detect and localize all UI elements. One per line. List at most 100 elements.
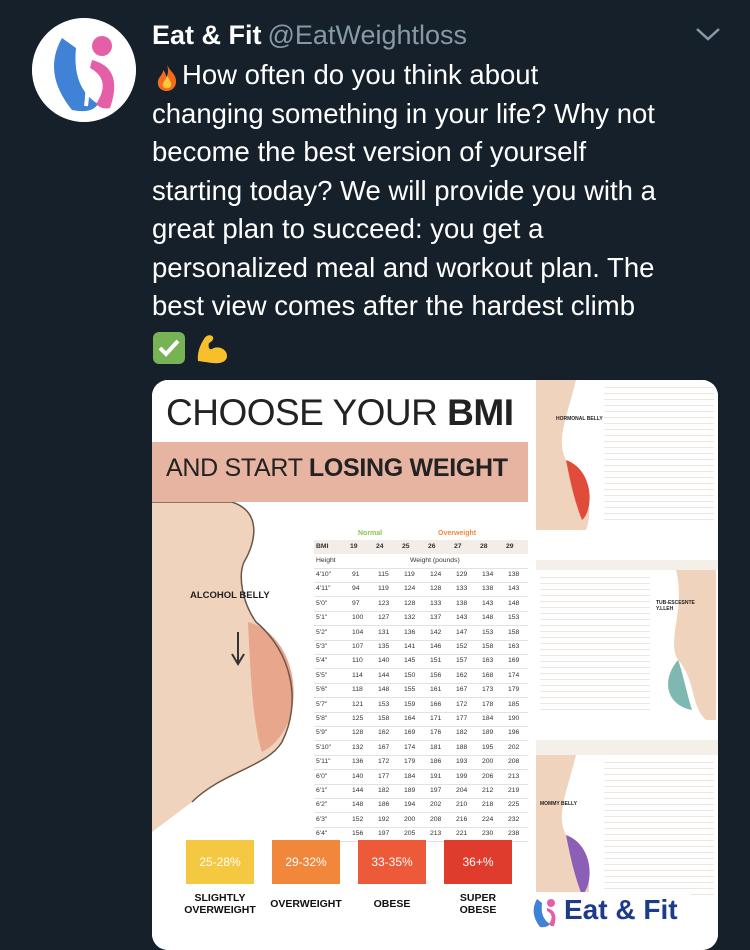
bmi-table-cell: 225 (508, 801, 520, 809)
eat-fit-logo-small-icon (527, 894, 563, 930)
bmi-header-cell: 29 (506, 543, 514, 550)
bmi-table-cell: 4'11" (316, 585, 331, 593)
bmi-table-cell: 145 (404, 657, 416, 665)
chevron-down-icon[interactable] (694, 22, 722, 46)
body-silhouette-illustration (152, 502, 294, 832)
author-avatar[interactable] (32, 18, 136, 122)
bmi-table-cell: 232 (508, 815, 520, 823)
bmi-table-row: 5'4" 110 140 145 151 157 163 169 (314, 654, 528, 670)
bmi-table-cell: 163 (482, 657, 494, 665)
bmi-table-cell: 5'7" (316, 700, 328, 708)
bmi-range-badge: 33-35% (358, 840, 426, 884)
bmi-table-cell: 177 (456, 715, 468, 722)
bmi-table-cell: 189 (404, 787, 416, 794)
bmi-range-badge: 25-28% (186, 840, 254, 884)
bmi-table-cell: 158 (482, 643, 494, 650)
bmi-table-cell: 213 (430, 830, 442, 838)
author-handle[interactable]: @EatWeightloss (268, 20, 468, 50)
check-mark-emoji-icon (153, 332, 185, 365)
bmi-table-cell: 136 (352, 758, 364, 766)
bmi-table-cell: 162 (378, 729, 390, 737)
weight-label: Weight (pounds) (410, 557, 460, 564)
bmi-table-cell: 191 (430, 772, 442, 780)
bmi-header-cell: 25 (402, 543, 410, 550)
bmi-table-cell: 172 (378, 758, 390, 766)
normal-label: Normal (358, 530, 383, 537)
tweet-text: How often do you think about changing so… (152, 56, 732, 366)
bmi-table-cell: 157 (456, 657, 468, 665)
bmi-table-cell: 151 (430, 657, 442, 665)
tweet-line-4: starting today? We will provide you with… (152, 174, 656, 206)
bmi-table-cell: 132 (404, 614, 416, 622)
bmi-category-label-line1: SLIGHTLY (194, 892, 246, 904)
bmi-table-cell: 192 (378, 815, 390, 823)
bmi-range-badge: 29-32% (272, 840, 340, 884)
bmi-table-cell: 161 (430, 686, 442, 694)
bmi-category-label: SLIGHTLY OVERWEIGHT (178, 892, 262, 916)
bmi-table-cell: 174 (404, 743, 416, 751)
bmi-table-cell: 5'1" (316, 614, 328, 622)
bmi-table-cell: 141 (404, 643, 416, 650)
bmi-table-cell: 167 (378, 743, 390, 751)
bmi-table-cell: 168 (482, 671, 494, 679)
bmi-table-cell: 119 (378, 585, 389, 593)
bmi-table-cell: 190 (508, 715, 520, 722)
bmi-table-row: 5'1" 100 127 132 137 143 148 153 (314, 611, 528, 627)
bmi-table-cell: 202 (508, 743, 520, 751)
bmi-table-cell: 182 (456, 729, 468, 737)
bmi-table-cell: 169 (508, 657, 520, 665)
bmi-table-cell: 152 (352, 815, 364, 823)
bmi-table-cell: 200 (482, 758, 494, 766)
bmi-table-cell: 218 (482, 801, 494, 809)
eat-fit-watermark-text: Eat & Fit (564, 894, 678, 925)
bmi-category-label-line2: OBESE (459, 904, 497, 916)
bmi-header-label: BMI (316, 543, 329, 550)
bmi-table-cell: 5'5" (316, 671, 328, 679)
bmi-table-cell: 121 (352, 700, 364, 708)
bmi-table-cell: 189 (482, 729, 494, 737)
subcutaneous-belly-illustration (668, 570, 716, 720)
bmi-header-cell: 27 (454, 543, 462, 550)
bmi-category-label: OVERWEIGHT (264, 898, 348, 910)
bmi-table-cell: 213 (508, 772, 520, 780)
bmi-table-cell: 143 (482, 599, 494, 607)
bmi-table-cell: 125 (352, 715, 364, 722)
tweet-media-image[interactable]: CHOOSE YOUR BMI AND START LOSING WEIGHT … (152, 380, 718, 950)
bmi-table-cell: 143 (508, 585, 520, 593)
author-name[interactable]: Eat & Fit (152, 20, 262, 50)
bmi-table-cell: 140 (378, 657, 390, 665)
bmi-category-label-line1: SUPER (459, 892, 497, 904)
bmi-table-cell: 4'10" (316, 571, 332, 578)
bmi-table-cell: 159 (404, 700, 416, 708)
mini-bmi-table-3 (604, 757, 714, 897)
thumbnail-subcutaneous-belly: TUB-ESCESNTE Y.LLEH (536, 570, 718, 740)
bmi-table-cell: 216 (456, 815, 468, 823)
bmi-header-cell: 28 (480, 543, 488, 550)
bmi-table-row: 5'6" 118 148 155 161 167 173 179 (314, 683, 528, 699)
bmi-table-cell: 204 (456, 787, 468, 794)
bmi-table-cell: 128 (352, 729, 364, 737)
overweight-label: Overweight (438, 530, 477, 537)
tweet-line-5: great plan to succeed: you get a (152, 213, 544, 244)
bmi-table-cell: 153 (482, 628, 494, 636)
bmi-table-cell: 124 (404, 585, 416, 593)
bmi-table-cell: 224 (482, 815, 494, 823)
bmi-table-cell: 202 (430, 801, 442, 809)
bmi-table-cell: 6'2" (316, 801, 328, 809)
bmi-category-label: OBESE (350, 898, 434, 910)
bmi-table-cell: 205 (404, 830, 416, 838)
bmi-table-cell: 148 (352, 801, 364, 809)
bmi-table-cell: 208 (508, 758, 520, 766)
belly-label: ALCOHOL BELLY (190, 590, 270, 601)
bmi-table-cell: 155 (404, 686, 416, 694)
mini-bmi-table-1 (604, 382, 714, 522)
bmi-table-cell: 200 (404, 815, 416, 823)
bmi-table-cell: 167 (456, 686, 468, 694)
infographic-title: CHOOSE YOUR BMI (166, 392, 514, 433)
bmi-table-cell: 147 (456, 628, 468, 636)
bmi-table-cell: 128 (430, 585, 442, 593)
bmi-table-cell: 6'4" (316, 830, 328, 838)
bmi-category-label: SUPER OBESE (436, 892, 520, 916)
bmi-subheader-row: Height Weight (pounds) (314, 554, 528, 569)
bmi-table-cell: 128 (404, 599, 416, 607)
